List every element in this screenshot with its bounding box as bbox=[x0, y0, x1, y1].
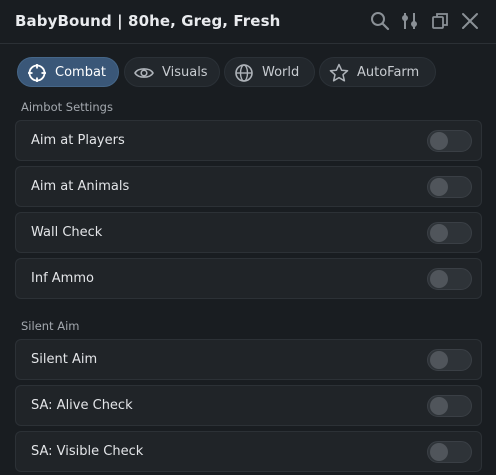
toggle-row-inf-ammo: Inf Ammo bbox=[15, 258, 482, 299]
toggle-knob bbox=[430, 178, 448, 196]
tab-visuals[interactable]: Visuals bbox=[124, 57, 220, 87]
sa-visible-check-toggle[interactable] bbox=[427, 441, 472, 463]
section-label-silent-aim: Silent Aim bbox=[21, 319, 80, 333]
close-icon[interactable] bbox=[460, 11, 480, 31]
toggle-knob bbox=[430, 270, 448, 288]
search-icon[interactable] bbox=[370, 11, 390, 31]
wall-check-toggle[interactable] bbox=[427, 222, 472, 244]
toggle-label: Aim at Players bbox=[31, 133, 125, 148]
toggle-label: Aim at Animals bbox=[31, 179, 130, 194]
tab-autofarm[interactable]: AutoFarm bbox=[319, 57, 436, 87]
toggle-row-silent-aim: Silent Aim bbox=[15, 339, 482, 380]
tab-label: World bbox=[262, 65, 300, 80]
toggle-label: Silent Aim bbox=[31, 352, 98, 367]
toggle-label: Wall Check bbox=[31, 225, 103, 240]
toggle-row-aim-at-players: Aim at Players bbox=[15, 120, 482, 161]
eye-icon bbox=[134, 68, 154, 78]
toggle-knob bbox=[430, 132, 448, 150]
sa-alive-check-toggle[interactable] bbox=[427, 395, 472, 417]
title-bar: BabyBound | 80he, Greg, Fresh bbox=[0, 0, 496, 44]
globe-icon bbox=[235, 64, 253, 82]
crosshair-icon bbox=[28, 64, 46, 82]
tab-label: Visuals bbox=[162, 65, 208, 80]
sliders-icon[interactable] bbox=[400, 11, 420, 31]
toggle-knob bbox=[430, 351, 448, 369]
toggle-knob bbox=[430, 443, 448, 461]
toggle-knob bbox=[430, 397, 448, 415]
section-label-aimbot: Aimbot Settings bbox=[21, 100, 113, 114]
tab-world[interactable]: World bbox=[224, 57, 315, 87]
toggle-row-wall-check: Wall Check bbox=[15, 212, 482, 253]
tab-combat[interactable]: Combat bbox=[17, 57, 119, 87]
restore-icon[interactable] bbox=[430, 11, 450, 31]
tab-label: AutoFarm bbox=[357, 65, 420, 80]
toggle-label: Inf Ammo bbox=[31, 271, 94, 286]
inf-ammo-toggle[interactable] bbox=[427, 268, 472, 290]
toggle-label: SA: Visible Check bbox=[31, 444, 144, 459]
toggle-knob bbox=[430, 224, 448, 242]
star-icon bbox=[329, 63, 349, 82]
toggle-row-sa-visible-check: SA: Visible Check bbox=[15, 431, 482, 472]
toggle-label: SA: Alive Check bbox=[31, 398, 133, 413]
aim-at-players-toggle[interactable] bbox=[427, 130, 472, 152]
silent-aim-toggle[interactable] bbox=[427, 349, 472, 371]
toggle-row-sa-alive-check: SA: Alive Check bbox=[15, 385, 482, 426]
tab-label: Combat bbox=[55, 65, 107, 80]
window-title: BabyBound | 80he, Greg, Fresh bbox=[15, 12, 281, 30]
toggle-row-aim-at-animals: Aim at Animals bbox=[15, 166, 482, 207]
aim-at-animals-toggle[interactable] bbox=[427, 176, 472, 198]
